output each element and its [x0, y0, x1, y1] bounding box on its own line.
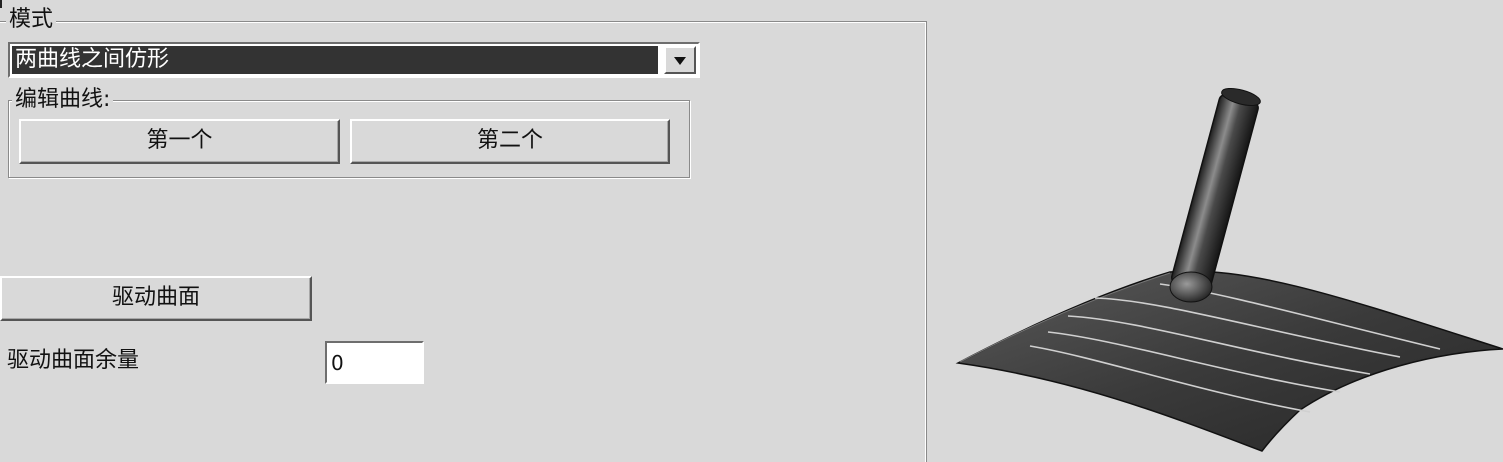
drive-surface-allowance-label: 驱动曲面余量 [7, 348, 140, 373]
edit-curves-label: 编辑曲线: [12, 87, 114, 113]
mode-dropdown[interactable]: 两曲线之间仿形 [8, 42, 700, 78]
mode-group-frame [0, 21, 927, 462]
cutting-tool-shank [1170, 93, 1259, 292]
second-curve-button[interactable]: 第二个 [350, 119, 670, 164]
mode-dropdown-value: 两曲线之间仿形 [12, 46, 658, 74]
surface-with-tool-preview [955, 87, 1503, 452]
mode-group-label: 模式 [6, 7, 57, 33]
chevron-down-icon [674, 57, 686, 65]
drive-surface-allowance-input[interactable] [325, 341, 424, 384]
first-curve-button[interactable]: 第一个 [19, 119, 340, 164]
frame-corner-mark [0, 0, 2, 8]
ball-end-tip [1169, 271, 1213, 303]
dropdown-button[interactable] [664, 46, 696, 74]
drive-surface-button[interactable]: 驱动曲面 [0, 276, 312, 321]
